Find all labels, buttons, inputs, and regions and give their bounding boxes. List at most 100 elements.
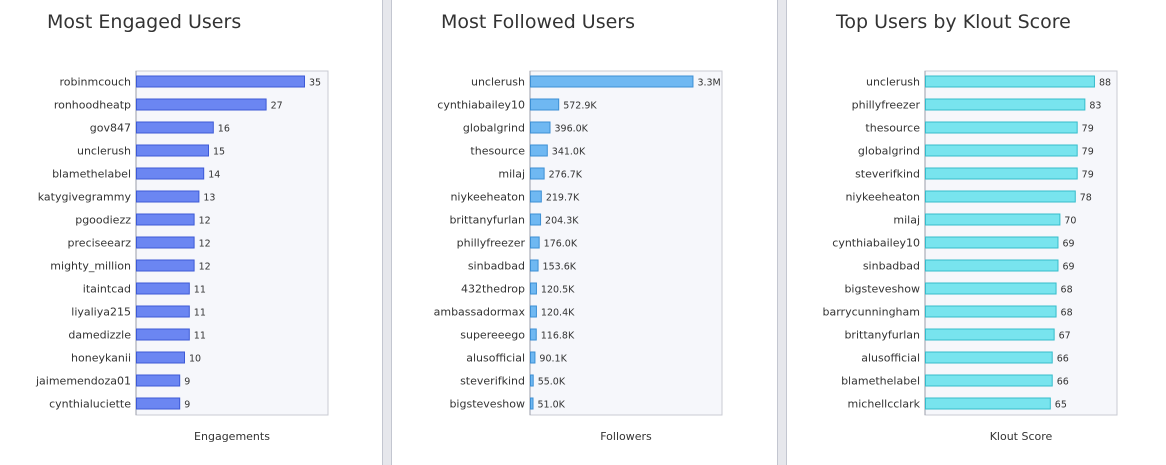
- klout-bar: [925, 190, 1076, 203]
- followed-category-label: alusofficial: [466, 352, 525, 365]
- engaged-category-label: mighty_million: [50, 260, 131, 273]
- klout-x-axis-label: Klout Score: [990, 430, 1053, 443]
- klout-value-label: 83: [1089, 101, 1101, 112]
- engaged-value-label: 11: [194, 308, 206, 319]
- klout-chart: unclerush 88 phillyfreezer 83 thesource 79 glo…: [823, 70, 1118, 443]
- klout-category-label: alusofficial: [861, 352, 920, 365]
- klout-bar: [925, 121, 1078, 134]
- followed-category-label: thesource: [470, 145, 525, 158]
- engaged-category-label: ronhoodheatp: [54, 99, 131, 112]
- klout-value-label: 70: [1064, 216, 1076, 227]
- klout-value-label: 68: [1061, 285, 1073, 296]
- followed-value-label: 572.9K: [563, 101, 597, 112]
- klout-value-label: 65: [1055, 400, 1067, 411]
- followed-value-label: 276.7K: [549, 170, 583, 181]
- followed-value-label: 55.0K: [538, 377, 566, 388]
- klout-value-label: 68: [1061, 308, 1073, 319]
- engaged-value-label: 16: [218, 124, 230, 135]
- engaged-bar: [136, 305, 190, 318]
- klout-category-label: unclerush: [866, 76, 920, 89]
- engaged-category-label: katygivegrammy: [38, 191, 132, 204]
- followed-category-label: bigsteveshow: [449, 398, 525, 411]
- klout-value-label: 66: [1057, 377, 1069, 388]
- followed-category-label: unclerush: [471, 76, 525, 89]
- followed-category-label: brittanyfurlan: [449, 214, 525, 227]
- klout-category-label: globalgrind: [858, 145, 920, 158]
- engaged-value-label: 12: [199, 262, 211, 273]
- followed-value-label: 120.4K: [541, 308, 575, 319]
- followed-category-label: niykeeheaton: [450, 191, 525, 204]
- klout-category-label: phillyfreezer: [852, 99, 921, 112]
- klout-bar: [925, 282, 1057, 295]
- klout-bar: [925, 351, 1053, 364]
- engaged-bar: [136, 75, 305, 88]
- engaged-bar: [136, 259, 195, 272]
- engaged-category-label: honeykanii: [71, 352, 131, 365]
- klout-bar: [925, 305, 1057, 318]
- klout-category-label: michellcclark: [848, 398, 921, 411]
- followed-category-label: supereeego: [460, 329, 525, 342]
- followed-bar: [530, 351, 536, 364]
- klout-bar: [925, 144, 1078, 157]
- klout-value-label: 67: [1059, 331, 1071, 342]
- engaged-value-label: 35: [309, 78, 321, 89]
- engaged-category-label: jaimemendoza01: [35, 375, 131, 388]
- engaged-bar: [136, 397, 181, 410]
- klout-bar: [925, 213, 1061, 226]
- klout-category-label: barrycunningham: [823, 306, 921, 319]
- followed-x-axis-label: Followers: [600, 430, 652, 443]
- engaged-bar: [136, 328, 190, 341]
- followed-category-label: steverifkind: [460, 375, 525, 388]
- followed-bar: [530, 98, 560, 111]
- klout-category-label: cynthiabailey10: [832, 237, 920, 250]
- klout-bar: [925, 374, 1053, 387]
- followed-category-label: phillyfreezer: [457, 237, 526, 250]
- engaged-x-axis-label: Engagements: [194, 430, 270, 443]
- engaged-bar: [136, 190, 200, 203]
- followed-value-label: 153.6K: [543, 262, 577, 273]
- followed-bar: [530, 236, 540, 249]
- followed-value-label: 341.0K: [552, 147, 586, 158]
- followed-category-label: sinbadbad: [468, 260, 525, 273]
- panel-divider-1: [382, 0, 392, 465]
- followed-value-label: 51.0K: [538, 400, 566, 411]
- engaged-category-label: robinmcouch: [59, 76, 131, 89]
- engaged-value-label: 15: [213, 147, 225, 158]
- klout-bar: [925, 328, 1055, 341]
- klout-value-label: 79: [1082, 124, 1094, 135]
- klout-category-label: sinbadbad: [863, 260, 920, 273]
- engaged-bar: [136, 282, 190, 295]
- followed-panel: Most Followed Users unclerush 3.3M cynthia…: [392, 0, 777, 465]
- klout-value-label: 88: [1099, 78, 1111, 89]
- followed-chart: unclerush 3.3M cynthiabailey10 572.9K global…: [434, 70, 723, 443]
- engaged-category-label: itaintcad: [83, 283, 131, 296]
- klout-bar: [925, 75, 1095, 88]
- klout-category-label: thesource: [865, 122, 920, 135]
- followed-bar: [530, 190, 542, 203]
- engaged-panel: Most Engaged Users robinmcouch 35 ronhoodh…: [0, 0, 382, 465]
- engaged-bar: [136, 98, 267, 111]
- engaged-category-label: gov847: [90, 122, 131, 135]
- followed-value-label: 116.8K: [541, 331, 575, 342]
- engaged-chart: robinmcouch 35 ronhoodheatp 27 gov847 16 uncle…: [35, 70, 329, 443]
- engaged-bar: [136, 144, 209, 157]
- engaged-bar: [136, 374, 181, 387]
- klout-category-label: niykeeheaton: [845, 191, 920, 204]
- engaged-value-label: 10: [189, 354, 201, 365]
- followed-value-label: 219.7K: [546, 193, 580, 204]
- followed-bar: [530, 213, 542, 226]
- followed-category-label: 432thedrop: [461, 283, 525, 296]
- klout-category-label: bigsteveshow: [844, 283, 920, 296]
- engaged-category-label: preciseearz: [68, 237, 132, 250]
- klout-category-label: milaj: [893, 214, 920, 227]
- engaged-value-label: 12: [199, 216, 211, 227]
- followed-bar: [530, 397, 534, 410]
- engaged-category-label: unclerush: [77, 145, 131, 158]
- klout-bar: [925, 259, 1059, 272]
- followed-category-label: milaj: [498, 168, 525, 181]
- followed-category-label: ambassadormax: [434, 306, 526, 319]
- engaged-value-label: 9: [184, 377, 190, 388]
- klout-category-label: blamethelabel: [841, 375, 920, 388]
- followed-bar: [530, 259, 539, 272]
- followed-bar: [530, 75, 694, 88]
